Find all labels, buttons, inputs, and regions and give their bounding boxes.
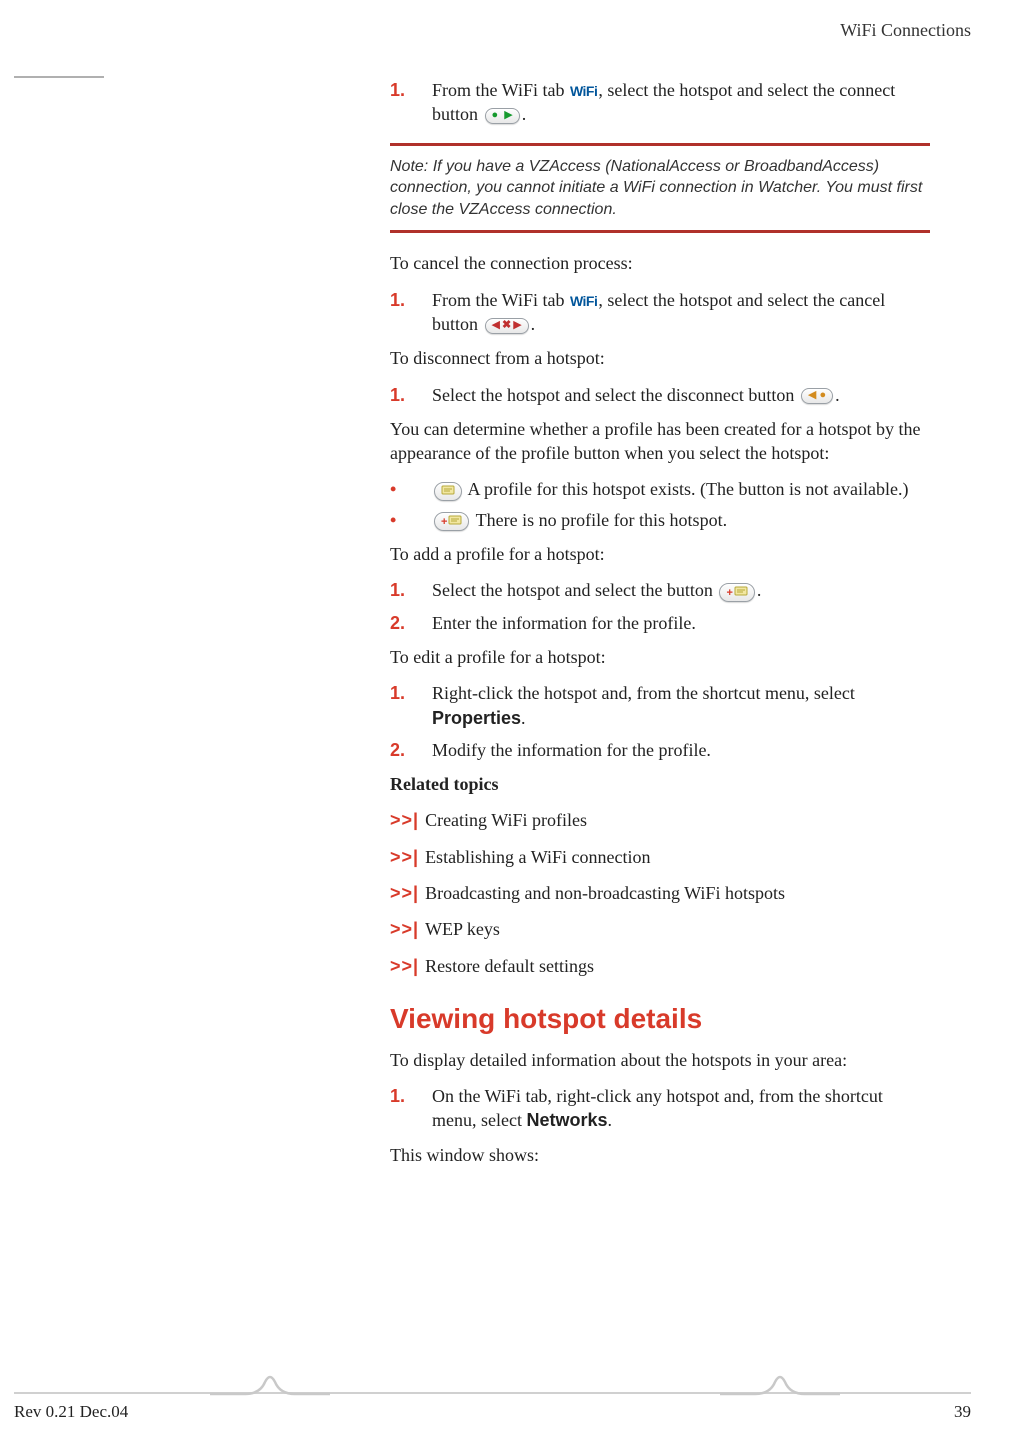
list-marker: 1. [390, 681, 420, 705]
step-add-1: 1. Select the hotspot and select the but… [390, 578, 930, 602]
related-link[interactable]: WEP keys [425, 919, 500, 939]
profile-add-icon: + [434, 512, 469, 531]
step-text: Enter the information for the profile. [432, 613, 696, 633]
step-text: From the WiFi tab [432, 80, 569, 100]
cancel-intro: To cancel the connection process: [390, 251, 930, 275]
step-text: . [531, 314, 536, 334]
link-arrow-icon: >>| [390, 847, 419, 867]
step-cancel: 1. From the WiFi tab WiFi, select the ho… [390, 288, 930, 337]
menu-item-networks: Networks [526, 1110, 607, 1130]
related-link-row[interactable]: >>| Restore default settings [390, 954, 930, 978]
step-text: . [522, 104, 527, 124]
related-link[interactable]: Restore default settings [425, 956, 594, 976]
step-connect: 1. From the WiFi tab WiFi, select the ho… [390, 78, 930, 127]
list-marker: 1. [390, 1084, 420, 1108]
related-topics-heading: Related topics [390, 772, 930, 796]
list-marker: 2. [390, 738, 420, 762]
header-rule [14, 76, 104, 78]
list-marker: 1. [390, 383, 420, 407]
step-edit-2: 2. Modify the information for the profil… [390, 738, 930, 762]
related-link[interactable]: Creating WiFi profiles [425, 810, 587, 830]
link-arrow-icon: >>| [390, 956, 419, 976]
step-disconnect: 1. Select the hotspot and select the dis… [390, 383, 930, 407]
list-marker: 1. [390, 78, 420, 102]
running-header: WiFi Connections [840, 18, 971, 42]
profile-exists-text: A profile for this hotspot exists. (The … [464, 479, 908, 499]
step-text: . [835, 385, 840, 405]
list-marker: 1. [390, 288, 420, 312]
related-link-row[interactable]: >>| Establishing a WiFi connection [390, 845, 930, 869]
note-callout: Note: If you have a VZAccess (NationalAc… [390, 143, 930, 234]
revision-text: Rev 0.21 Dec.04 [14, 1401, 128, 1424]
step-view-details: 1. On the WiFi tab, right-click any hots… [390, 1084, 930, 1133]
step-text: From the WiFi tab [432, 290, 569, 310]
section2-intro: To display detailed information about th… [390, 1048, 930, 1072]
menu-item-properties: Properties [432, 708, 521, 728]
body-column: 1. From the WiFi tab WiFi, select the ho… [390, 78, 930, 1179]
profile-intro: You can determine whether a profile has … [390, 417, 930, 466]
footer-wave-icon [210, 1374, 330, 1410]
profile-exists-icon [434, 482, 462, 501]
section2-tail: This window shows: [390, 1143, 930, 1167]
profile-none-item: + There is no profile for this hotspot. [390, 508, 930, 532]
step-text: Select the hotspot and select the button [432, 580, 717, 600]
connect-button-icon [485, 108, 520, 124]
page-number: 39 [954, 1401, 971, 1424]
step-text: Right-click the hotspot and, from the sh… [432, 683, 855, 703]
section-heading: Viewing hotspot details [390, 1000, 930, 1038]
disconnect-button-icon [801, 388, 833, 404]
step-edit-1: 1. Right-click the hotspot and, from the… [390, 681, 930, 730]
link-arrow-icon: >>| [390, 810, 419, 830]
edit-intro: To edit a profile for a hotspot: [390, 645, 930, 669]
add-intro: To add a profile for a hotspot: [390, 542, 930, 566]
step-text: . [521, 708, 526, 728]
list-marker: 2. [390, 611, 420, 635]
step-text: On the WiFi tab, right-click any hotspot… [432, 1086, 883, 1130]
related-link-row[interactable]: >>| Broadcasting and non-broadcasting WiF… [390, 881, 930, 905]
disconnect-intro: To disconnect from a hotspot: [390, 346, 930, 370]
step-add-2: 2. Enter the information for the profile… [390, 611, 930, 635]
related-link-row[interactable]: >>| Creating WiFi profiles [390, 808, 930, 832]
note-text: If you have a VZAccess (NationalAccess o… [390, 158, 922, 218]
cancel-button-icon: ✖ [485, 318, 529, 334]
list-marker: 1. [390, 578, 420, 602]
step-text: Select the hotspot and select the discon… [432, 385, 799, 405]
step-text: . [757, 580, 762, 600]
related-link-row[interactable]: >>| WEP keys [390, 917, 930, 941]
related-link[interactable]: Establishing a WiFi connection [425, 847, 650, 867]
wifi-tab-icon: WiFi [569, 82, 598, 101]
link-arrow-icon: >>| [390, 883, 419, 903]
related-link[interactable]: Broadcasting and non-broadcasting WiFi h… [425, 883, 785, 903]
profile-add-icon: + [719, 583, 754, 602]
profile-none-text: There is no profile for this hotspot. [471, 510, 727, 530]
link-arrow-icon: >>| [390, 919, 419, 939]
step-text: . [608, 1110, 613, 1130]
wifi-tab-icon: WiFi [569, 292, 598, 311]
page-footer: Rev 0.21 Dec.04 39 [0, 1374, 1011, 1424]
step-text: Modify the information for the profile. [432, 740, 711, 760]
note-label: Note: [390, 158, 428, 175]
profile-exists-item: A profile for this hotspot exists. (The … [390, 477, 930, 501]
footer-wave-icon [720, 1374, 840, 1410]
